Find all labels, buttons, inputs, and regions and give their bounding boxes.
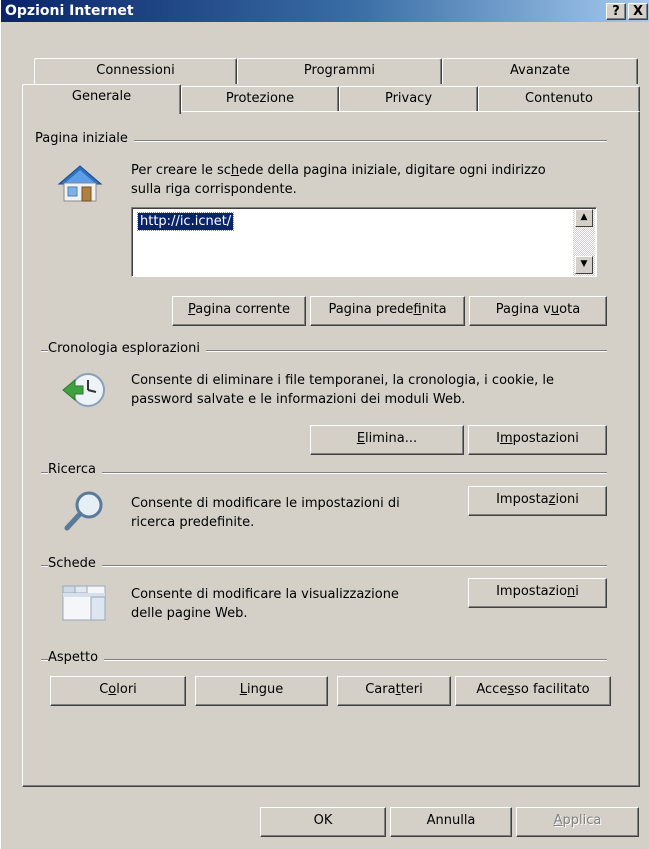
accel-key: A <box>553 813 563 828</box>
scroll-up-button[interactable]: ▲ <box>575 209 593 227</box>
button-label: teri <box>400 682 423 697</box>
group-title-home: Pagina iniziale <box>35 131 134 146</box>
home-description-line2: sulla riga corrispondente. <box>131 182 297 197</box>
group-title-search: Ricerca <box>48 462 102 477</box>
button-label: inita <box>421 302 447 317</box>
button-label: ioni <box>555 492 579 507</box>
button-label: Pagina v <box>495 302 551 317</box>
group-divider <box>41 472 607 474</box>
scroll-down-button[interactable]: ▼ <box>575 256 593 274</box>
search-description-line1: Consente di modificare le impostazioni d… <box>131 496 400 511</box>
home-desc-text: Per creare le sc <box>131 163 231 178</box>
tabs-description-line1: Consente di modificare la visualizzazion… <box>131 587 399 602</box>
use-blank-button[interactable]: Pagina vuota <box>469 296 607 326</box>
group-title-tabs: Schede <box>48 556 102 571</box>
accel-key: f <box>413 302 422 317</box>
search-settings-button[interactable]: Impostazioni <box>468 486 607 516</box>
button-label: Cara <box>365 682 396 697</box>
button-label: Imposta <box>496 492 549 507</box>
dialog-window: Opzioni Internet ? X Connessioni Program… <box>0 0 649 849</box>
tabs-window-icon <box>62 585 106 621</box>
tabs-settings-button[interactable]: Impostazioni <box>468 578 607 608</box>
button-label: Impostazio <box>496 584 568 599</box>
apply-button[interactable]: Applica <box>516 807 639 837</box>
panel-content: Pagina iniziale Per creare le schede del… <box>1 0 649 849</box>
button-label: Acce <box>476 682 508 697</box>
search-magnifier-icon <box>64 491 103 531</box>
button-label: so facilitato <box>514 682 590 697</box>
fonts-button[interactable]: Caratteri <box>337 676 451 706</box>
tabs-description-line2: delle pagine Web. <box>131 606 248 621</box>
accel-key: E <box>356 431 366 446</box>
button-label: pplica <box>562 813 602 828</box>
history-description-line1: Consente di eliminare i file temporanei,… <box>131 373 554 388</box>
ok-button[interactable]: OK <box>260 807 386 837</box>
button-label: Pagina prede <box>328 302 414 317</box>
scrollbar[interactable]: ▲ ▼ <box>573 209 595 276</box>
home-page-url[interactable]: http://ic.icnet/ <box>136 212 235 231</box>
button-label: agina corrente <box>195 302 291 317</box>
button-label: lori <box>116 682 137 697</box>
button-label: ota <box>559 302 581 317</box>
button-label: limina... <box>365 431 418 446</box>
accel-key: u <box>550 302 560 317</box>
group-title-history: Cronologia esplorazioni <box>48 341 206 356</box>
delete-history-button[interactable]: Elimina... <box>310 425 464 455</box>
accel-key: L <box>239 682 247 697</box>
home-icon <box>57 165 103 202</box>
history-description-line2: password salvate e le informazioni dei m… <box>131 392 466 407</box>
button-label: ingue <box>246 682 284 697</box>
button-label: i <box>575 584 579 599</box>
use-default-button[interactable]: Pagina predefinita <box>310 296 465 326</box>
button-label: C <box>99 682 109 697</box>
home-desc-accel: h <box>230 163 240 178</box>
accessibility-button[interactable]: Accesso facilitato <box>455 676 611 706</box>
group-divider <box>41 565 607 567</box>
history-clock-icon <box>62 373 105 407</box>
cancel-button[interactable]: Annulla <box>390 807 512 837</box>
group-divider <box>41 659 607 661</box>
colors-button[interactable]: Colori <box>50 676 186 706</box>
use-current-button[interactable]: Pagina corrente <box>172 296 306 326</box>
home-page-url-textarea[interactable]: http://ic.icnet/ ▲ ▼ <box>131 207 597 277</box>
home-description-line1: Per creare le schede della pagina inizia… <box>131 161 546 180</box>
group-title-appearance: Aspetto <box>48 650 105 665</box>
button-label: postazioni <box>512 431 579 446</box>
history-settings-button[interactable]: Impostazioni <box>468 425 607 455</box>
search-description-line2: ricerca predefinite. <box>131 515 255 530</box>
accel-key: m <box>499 431 513 446</box>
home-desc-text: ede della pagina iniziale, digitare ogni… <box>239 163 546 178</box>
languages-button[interactable]: Lingue <box>195 676 328 706</box>
